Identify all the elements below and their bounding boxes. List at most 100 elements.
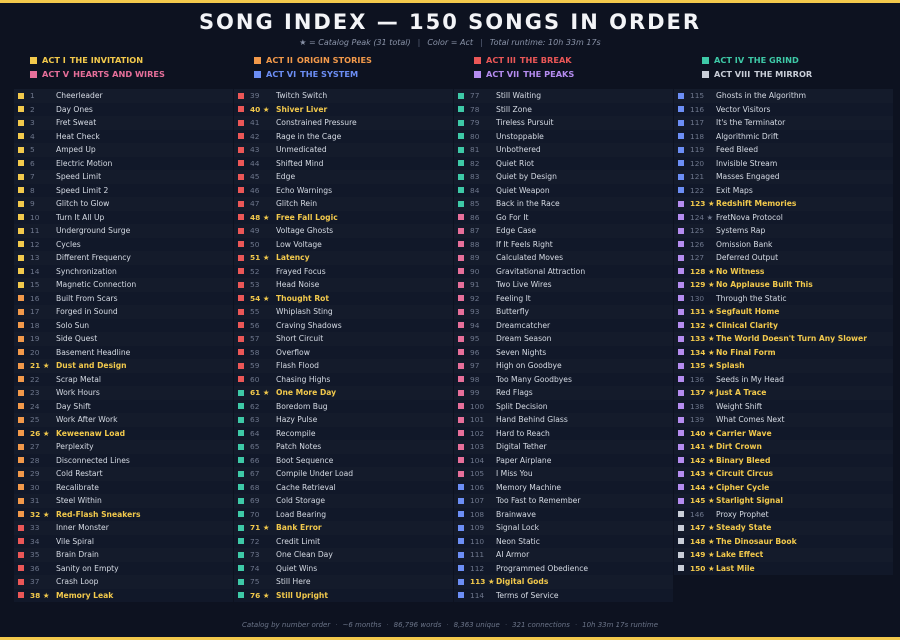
song-number: 50 <box>250 239 260 249</box>
song-number: 141 ★ <box>690 442 715 452</box>
song-row: 67 Compile Under Load <box>234 467 453 481</box>
act-color-marker <box>18 187 24 194</box>
song-title: Short Circuit <box>276 334 324 344</box>
act-color-marker <box>18 457 24 464</box>
song-number: 60 <box>250 374 260 384</box>
song-title: Weight Shift <box>716 401 763 411</box>
song-number: 26 ★ <box>30 428 50 438</box>
song-number: 18 <box>30 320 40 330</box>
song-title: Memory Machine <box>496 482 562 492</box>
legend-act-1: ACT I THE INVITATION <box>30 55 143 65</box>
song-row: 18 Solo Sun <box>14 318 233 332</box>
footer-stat: Catalog by number order <box>241 621 331 629</box>
peak-note: ★ = Catalog Peak (31 total) <box>299 38 411 47</box>
color-note: Color = Act <box>427 38 473 47</box>
song-title: The World Doesn't Turn Any Slower <box>716 334 867 344</box>
song-number: 52 <box>250 266 260 276</box>
song-number: 87 <box>470 226 480 236</box>
song-number: 79 <box>470 118 480 128</box>
act-color-marker <box>458 133 464 140</box>
song-number: 139 <box>690 415 705 425</box>
song-row: 80 Unstoppable <box>454 129 673 143</box>
act-color-marker <box>238 592 244 599</box>
song-row: 46 Echo Warnings <box>234 183 453 197</box>
song-row: 35 Brain Drain <box>14 548 233 562</box>
song-number: 134 ★ <box>690 347 715 357</box>
song-number: 130 <box>690 293 705 303</box>
act-color-marker <box>458 308 464 315</box>
song-title: Deferred Output <box>716 253 779 263</box>
legend-act-name: THE GRIND <box>748 55 799 65</box>
song-row-peak: 48 ★ Free Fall Logic <box>234 210 453 224</box>
song-row: 122 Exit Maps <box>674 183 893 197</box>
act-color-marker <box>238 497 244 504</box>
act-color-marker <box>18 214 24 221</box>
act-color-marker <box>238 146 244 153</box>
song-title: Dust and Design <box>56 361 127 371</box>
act-color-marker <box>238 295 244 302</box>
song-row: 3 Fret Sweat <box>14 116 233 130</box>
song-number: 89 <box>470 253 480 263</box>
act-color-marker <box>238 484 244 491</box>
act-color-marker <box>18 376 24 383</box>
song-row: 55 Whiplash Sting <box>234 305 453 319</box>
act-color-marker <box>458 524 464 531</box>
act-color-marker <box>18 430 24 437</box>
song-row: 104 Paper Airplane <box>454 453 673 467</box>
song-number: 114 <box>470 590 485 600</box>
song-row-peak: 38 ★ Memory Leak <box>14 588 233 602</box>
song-title: Compile Under Load <box>276 469 354 479</box>
song-row: 98 Too Many Goodbyes <box>454 372 673 386</box>
song-row: 36 Sanity on Empty <box>14 561 233 575</box>
song-title: Speed Limit 2 <box>56 185 109 195</box>
song-number: 94 <box>470 320 480 330</box>
song-number: 143 ★ <box>690 469 715 479</box>
song-number: 7 <box>30 172 35 182</box>
song-title: Chasing Highs <box>276 374 331 384</box>
act-color-marker <box>458 106 464 113</box>
song-title: Hard to Reach <box>496 428 550 438</box>
song-number: 32 ★ <box>30 509 50 519</box>
song-title: Load Bearing <box>276 509 327 519</box>
song-number: 93 <box>470 307 480 317</box>
song-row: 52 Frayed Focus <box>234 264 453 278</box>
song-row: 77 Still Waiting <box>454 89 673 103</box>
song-row: 43 Unmedicated <box>234 143 453 157</box>
act-color-marker <box>678 349 684 356</box>
song-number: 98 <box>470 374 480 384</box>
legend-act-number: ACT V <box>42 69 70 79</box>
song-number: 67 <box>250 469 260 479</box>
act-color-marker <box>18 565 24 572</box>
song-number: 36 <box>30 563 40 573</box>
song-number: 15 <box>30 280 40 290</box>
song-number: 119 <box>690 145 705 155</box>
song-title: Cipher Cycle <box>716 482 770 492</box>
page-title: SONG INDEX — 150 SONGS IN ORDER <box>198 10 702 34</box>
song-title: Whiplash Sting <box>276 307 333 317</box>
song-number: 121 <box>690 172 705 182</box>
song-number: 31 <box>30 496 40 506</box>
song-number: 125 <box>690 226 705 236</box>
song-number: 102 <box>470 428 485 438</box>
act-color-marker <box>238 227 244 234</box>
song-number: 10 <box>30 212 40 222</box>
song-number: 105 <box>470 469 485 479</box>
song-title: Carrier Wave <box>716 428 772 438</box>
song-number: 126 <box>690 239 705 249</box>
legend-swatch <box>30 56 37 64</box>
song-number: 108 <box>470 509 485 519</box>
song-number: 56 <box>250 320 260 330</box>
act-color-marker <box>678 160 684 167</box>
song-number: 133 ★ <box>690 334 715 344</box>
song-title: Unbothered <box>496 145 541 155</box>
act-color-marker <box>458 416 464 423</box>
legend-swatch <box>702 56 709 64</box>
song-row: 86 Go For It <box>454 210 673 224</box>
song-number: 30 <box>30 482 40 492</box>
legend-act-number: ACT III <box>486 55 516 65</box>
song-number: 104 <box>470 455 485 465</box>
song-title: Amped Up <box>56 145 96 155</box>
act-color-marker <box>18 322 24 329</box>
song-title: The Dinosaur Book <box>716 536 797 546</box>
song-row-peak: 113 ★ Digital Gods <box>454 575 673 589</box>
